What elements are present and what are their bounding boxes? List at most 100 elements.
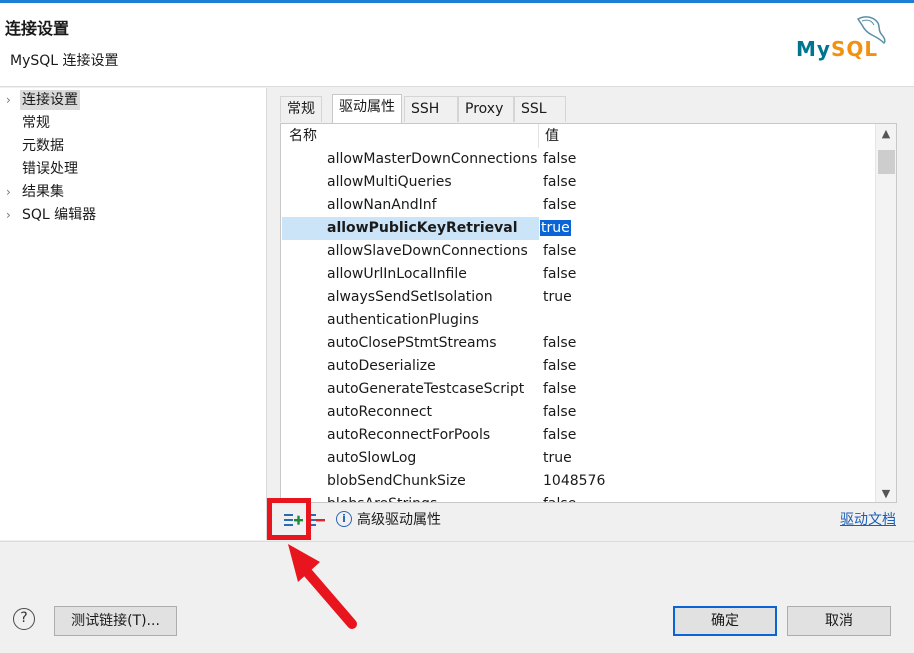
property-value-cell[interactable]: false: [543, 355, 576, 378]
column-divider[interactable]: [538, 124, 539, 148]
chevron-right-icon[interactable]: ›: [6, 90, 11, 110]
table-row[interactable]: autoReconnect false: [281, 401, 876, 424]
property-name-cell[interactable]: allowUrlInLocalInfile: [282, 263, 539, 286]
column-header-name[interactable]: 名称: [289, 124, 317, 148]
property-name-cell[interactable]: autoSlowLog: [282, 447, 539, 470]
tree-item-connection-settings[interactable]: 连接设置: [20, 90, 80, 110]
property-value-text[interactable]: true: [543, 289, 572, 305]
property-name-cell[interactable]: autoDeserialize: [282, 355, 539, 378]
property-name-cell[interactable]: autoClosePStmtStreams: [282, 332, 539, 355]
property-value-text[interactable]: false: [543, 335, 576, 351]
properties-panel: 常规 驱动属性 SSH Proxy SSL 名称 值 allowMasterDo…: [267, 88, 914, 540]
property-name-cell[interactable]: allowSlaveDownConnections: [282, 240, 539, 263]
property-name-cell[interactable]: blobsAreStrings: [282, 493, 539, 502]
dialog-header: 连接设置 MySQL 连接设置 MySQL: [0, 0, 914, 87]
red-arrow-icon: [288, 544, 357, 629]
highlight-frame: [267, 498, 311, 540]
tree-item-error-handling[interactable]: 错误处理: [22, 159, 78, 179]
driver-properties-table: 名称 值 allowMasterDownConnections false allo…: [280, 123, 897, 503]
property-value-cell[interactable]: false: [543, 263, 576, 286]
tree-item-result-sets[interactable]: 结果集: [22, 182, 64, 202]
table-row[interactable]: blobSendChunkSize 1048576: [281, 470, 876, 493]
property-value-text[interactable]: true: [540, 220, 571, 236]
property-value-cell[interactable]: false: [543, 332, 576, 355]
property-name-cell[interactable]: allowPublicKeyRetrieval: [282, 217, 539, 240]
property-value-cell[interactable]: false: [543, 493, 576, 502]
property-value-cell[interactable]: false: [543, 148, 576, 171]
property-name-cell[interactable]: blobSendChunkSize: [282, 470, 539, 493]
vertical-scrollbar[interactable]: ▲ ▼: [875, 124, 896, 502]
scroll-up-icon[interactable]: ▲: [876, 124, 896, 144]
table-row[interactable]: autoReconnectForPools false: [281, 424, 876, 447]
ok-button[interactable]: 确定: [673, 606, 777, 636]
tab-driver-properties[interactable]: 驱动属性: [332, 94, 402, 124]
test-connection-button[interactable]: 测试链接(T)...: [54, 606, 177, 636]
table-row[interactable]: allowMasterDownConnections false: [281, 148, 876, 171]
tree-item-general[interactable]: 常规: [22, 113, 50, 133]
property-value-text[interactable]: false: [543, 197, 576, 213]
tree-item-sql-editor[interactable]: SQL 编辑器: [22, 205, 96, 225]
tab-general[interactable]: 常规: [280, 96, 322, 122]
tab-proxy[interactable]: Proxy: [458, 96, 514, 122]
property-name-cell[interactable]: alwaysSendSetIsolation: [282, 286, 539, 309]
property-value-text[interactable]: true: [543, 450, 572, 466]
property-value-text[interactable]: 1048576: [543, 473, 605, 489]
table-row[interactable]: authenticationPlugins: [281, 309, 876, 332]
property-value-text[interactable]: false: [543, 266, 576, 282]
property-value-cell[interactable]: false: [543, 194, 576, 217]
tree-item-metadata[interactable]: 元数据: [22, 136, 64, 156]
logo-sql-text: SQL: [830, 37, 879, 61]
property-value-text[interactable]: false: [543, 427, 576, 443]
property-value-cell[interactable]: 1048576: [543, 470, 605, 493]
property-value-cell[interactable]: true: [543, 286, 572, 309]
table-row[interactable]: autoSlowLog true: [281, 447, 876, 470]
property-value-text[interactable]: false: [543, 381, 576, 397]
property-value-text[interactable]: false: [543, 243, 576, 259]
property-value-cell[interactable]: true: [543, 447, 572, 470]
tab-ssh[interactable]: SSH: [404, 96, 458, 122]
scroll-thumb[interactable]: [878, 150, 895, 174]
chevron-right-icon[interactable]: ›: [6, 182, 11, 202]
table-row[interactable]: allowSlaveDownConnections false: [281, 240, 876, 263]
property-value-text[interactable]: false: [543, 404, 576, 420]
tab-ssl[interactable]: SSL: [514, 96, 566, 122]
property-name-cell[interactable]: allowMasterDownConnections: [282, 148, 539, 171]
cancel-button[interactable]: 取消: [787, 606, 891, 636]
chevron-right-icon[interactable]: ›: [6, 205, 11, 225]
property-value-text[interactable]: false: [543, 174, 576, 190]
property-name-cell[interactable]: autoGenerateTestcaseScript: [282, 378, 539, 401]
property-value-cell[interactable]: false: [543, 424, 576, 447]
table-row[interactable]: autoDeserialize false: [281, 355, 876, 378]
property-name-cell[interactable]: authenticationPlugins: [282, 309, 539, 332]
property-value-cell[interactable]: false: [543, 378, 576, 401]
table-row[interactable]: allowUrlInLocalInfile false: [281, 263, 876, 286]
property-value-text[interactable]: false: [543, 151, 576, 167]
table-row[interactable]: allowMultiQueries false: [281, 171, 876, 194]
property-name-cell[interactable]: allowMultiQueries: [282, 171, 539, 194]
property-name-cell[interactable]: autoReconnect: [282, 401, 539, 424]
advanced-driver-properties-label[interactable]: 高级驱动属性: [357, 509, 441, 529]
page-subtitle: MySQL 连接设置: [10, 53, 119, 69]
table-row[interactable]: allowNanAndInf false: [281, 194, 876, 217]
property-value-text[interactable]: false: [543, 358, 576, 374]
table-row[interactable]: blobsAreStrings false: [281, 493, 876, 502]
mysql-logo: MySQL: [796, 11, 896, 67]
table-row[interactable]: alwaysSendSetIsolation true: [281, 286, 876, 309]
property-value-text[interactable]: false: [543, 496, 576, 502]
property-value-cell[interactable]: false: [543, 171, 576, 194]
scroll-down-icon[interactable]: ▼: [876, 484, 896, 502]
table-row-selected[interactable]: allowPublicKeyRetrieval true: [281, 217, 876, 240]
table-row[interactable]: autoGenerateTestcaseScript false: [281, 378, 876, 401]
properties-toolbar: i 高级驱动属性 驱动文档: [268, 505, 914, 533]
info-icon: i: [336, 511, 352, 527]
column-header-value[interactable]: 值: [545, 124, 559, 148]
driver-docs-link[interactable]: 驱动文档: [840, 509, 896, 529]
table-row[interactable]: autoClosePStmtStreams false: [281, 332, 876, 355]
property-value-cell[interactable]: false: [543, 240, 576, 263]
property-name-cell[interactable]: allowNanAndInf: [282, 194, 539, 217]
table-rows: allowMasterDownConnections false allowMult…: [281, 148, 876, 502]
property-value-cell[interactable]: true: [540, 217, 571, 240]
property-value-cell[interactable]: false: [543, 401, 576, 424]
property-name-cell[interactable]: autoReconnectForPools: [282, 424, 539, 447]
help-icon[interactable]: ?: [13, 608, 35, 630]
